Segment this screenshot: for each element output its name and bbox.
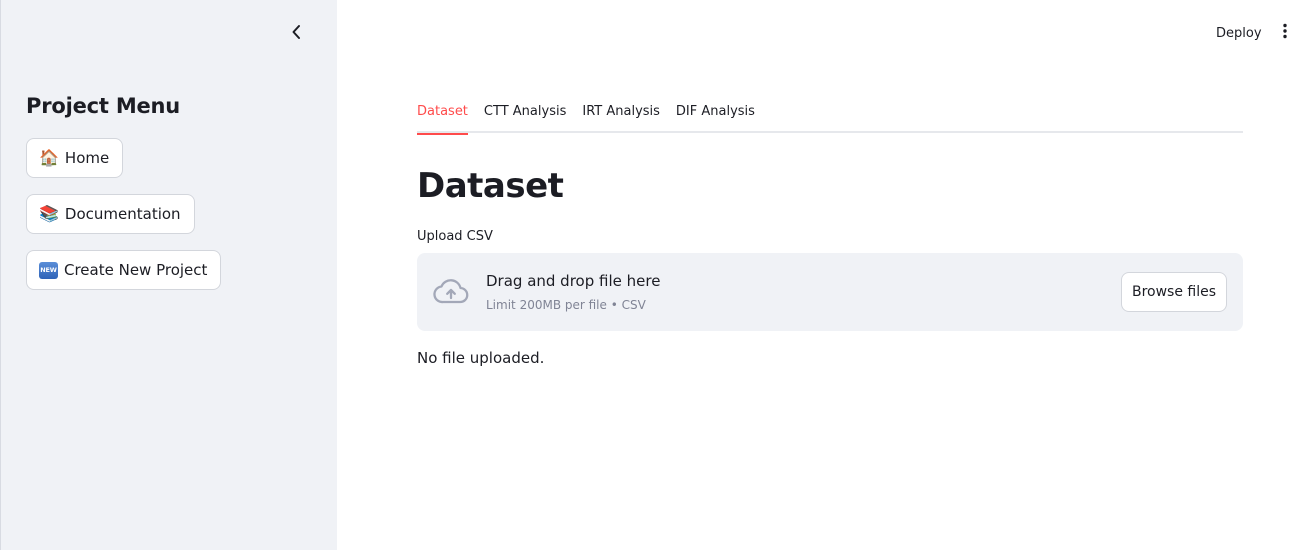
tab-bar: Dataset CTT Analysis IRT Analysis DIF An… (417, 101, 1243, 135)
file-dropzone[interactable]: Drag and drop file here Limit 200MB per … (417, 253, 1243, 331)
tab-irt-analysis[interactable]: IRT Analysis (582, 101, 660, 133)
create-new-project-button[interactable]: NEW Create New Project (26, 250, 222, 290)
browse-files-button[interactable]: Browse files (1121, 272, 1227, 312)
home-button[interactable]: 🏠 Home (26, 138, 124, 178)
books-icon: 📚 (39, 204, 59, 223)
tab-dataset[interactable]: Dataset (417, 101, 468, 135)
vertical-ellipsis-icon (1283, 23, 1287, 43)
home-button-label: Home (64, 149, 110, 167)
documentation-button-label: Documentation (64, 205, 181, 223)
documentation-button[interactable]: 📚 Documentation (26, 194, 195, 234)
create-new-project-button-label: Create New Project (64, 261, 208, 279)
tab-dif-analysis[interactable]: DIF Analysis (676, 101, 755, 133)
sidebar: Project Menu 🏠 Home 📚 Documentation NEW … (0, 0, 337, 550)
new-badge-icon: NEW (39, 261, 58, 279)
tab-ctt-analysis[interactable]: CTT Analysis (484, 101, 566, 133)
dropzone-title: Drag and drop file here (486, 272, 661, 290)
page-title: Dataset (417, 166, 564, 206)
dropzone-subtitle: Limit 200MB per file • CSV (486, 298, 646, 312)
upload-status-text: No file uploaded. (417, 349, 545, 367)
house-icon: 🏠 (39, 148, 59, 167)
deploy-button[interactable]: Deploy (1206, 22, 1272, 44)
app-root: Project Menu 🏠 Home 📚 Documentation NEW … (0, 0, 1306, 550)
main-menu-button[interactable] (1278, 22, 1292, 44)
chevron-left-icon (291, 24, 301, 44)
sidebar-collapse-button[interactable] (285, 22, 307, 46)
sidebar-title: Project Menu (26, 94, 181, 118)
cloud-upload-icon (433, 278, 469, 306)
upload-label: Upload CSV (417, 229, 493, 244)
